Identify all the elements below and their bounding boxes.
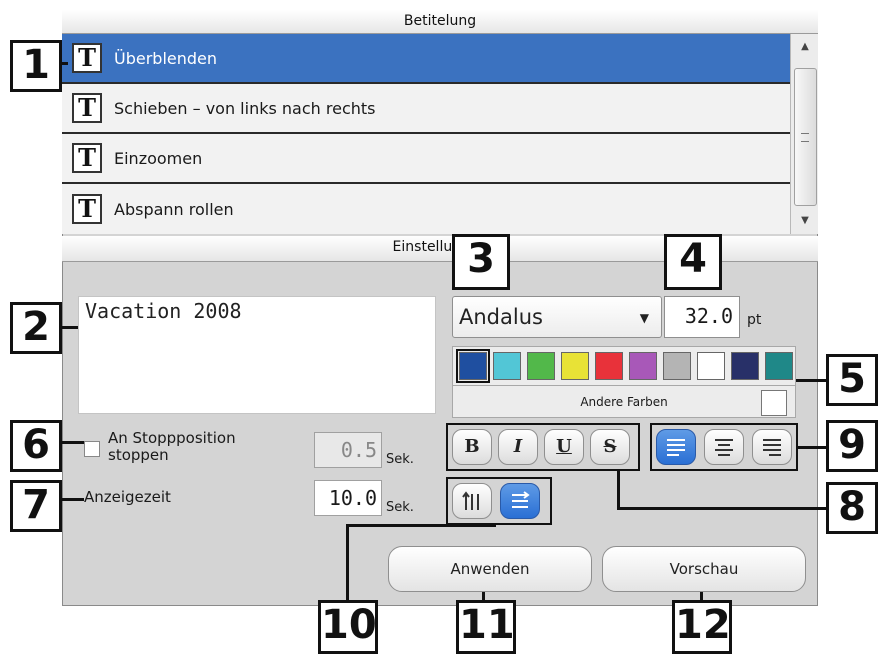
color-swatch-gray[interactable]	[663, 352, 691, 380]
strikethrough-button[interactable]: S	[590, 429, 630, 465]
title-icon: T	[72, 194, 102, 224]
list-item-label: Einzoomen	[114, 148, 203, 168]
color-swatch-blue[interactable]	[456, 349, 490, 383]
callout-line-10a	[346, 524, 349, 604]
title-icon: T	[72, 93, 102, 123]
list-item-label: Schieben – von links nach rechts	[114, 98, 376, 118]
align-left-icon[interactable]	[656, 429, 696, 465]
callout-line-6	[62, 441, 84, 444]
list-item-einzoomen[interactable]: T Einzoomen	[62, 134, 790, 184]
list-item-ueberblenden[interactable]: T Überblenden	[62, 34, 790, 84]
stop-time-input[interactable]: 0.5	[314, 432, 382, 468]
title-icon: T	[72, 143, 102, 173]
scroll-down-icon[interactable]: ▼	[791, 210, 819, 232]
callout-line-10b	[346, 524, 496, 527]
callout-4: 4	[664, 234, 722, 290]
color-swatch-white[interactable]	[697, 352, 725, 380]
callout-2: 2	[10, 302, 62, 354]
callout-7: 7	[10, 480, 62, 532]
title-text-input[interactable]: Vacation 2008	[78, 296, 436, 414]
chevron-down-icon: ▼	[639, 311, 649, 325]
other-colors-label: Andere Farben	[580, 395, 668, 409]
font-name: Andalus	[459, 305, 543, 329]
italic-button[interactable]: I	[498, 429, 538, 465]
display-time-label: Anzeigezeit	[84, 488, 171, 506]
callout-1: 1	[10, 40, 62, 92]
callout-3: 3	[452, 234, 510, 290]
stop-position-checkbox[interactable]	[84, 441, 100, 457]
callout-line-5	[796, 379, 828, 382]
callout-8: 8	[826, 482, 878, 534]
callout-line-8b	[617, 507, 827, 510]
other-colors-button[interactable]: Andere Farben	[452, 386, 796, 418]
callout-12: 12	[672, 600, 732, 654]
color-swatch-navy[interactable]	[731, 352, 759, 380]
callout-line-2	[62, 326, 78, 329]
callout-line-8a	[617, 471, 620, 510]
display-time-unit: Sek.	[386, 500, 414, 515]
horizontal-text-icon[interactable]	[500, 483, 540, 519]
scroll-thumb[interactable]	[794, 68, 817, 206]
color-swatch-purple[interactable]	[629, 352, 657, 380]
list-item-label: Überblenden	[114, 48, 218, 68]
underline-button[interactable]: U	[544, 429, 584, 465]
callout-line-7	[62, 498, 84, 501]
display-time-input[interactable]: 10.0	[314, 480, 382, 516]
color-palette	[452, 346, 796, 386]
font-size-input[interactable]: 32.0	[664, 296, 740, 338]
color-swatch-cyan[interactable]	[493, 352, 521, 380]
vertical-text-icon[interactable]	[452, 483, 492, 519]
list-item-abspann[interactable]: T Abspann rollen	[62, 184, 790, 234]
callout-line-9	[798, 446, 828, 449]
stop-position-label: An Stoppposition stoppen	[108, 429, 236, 464]
callout-10: 10	[318, 600, 378, 654]
callout-9: 9	[826, 420, 878, 472]
align-center-icon[interactable]	[704, 429, 744, 465]
preview-button[interactable]: Vorschau	[602, 546, 806, 592]
align-right-icon[interactable]	[752, 429, 792, 465]
list-scrollbar[interactable]: ▲ ▼	[790, 34, 818, 234]
title-icon: T	[72, 43, 102, 73]
list-item-schieben[interactable]: T Schieben – von links nach rechts	[62, 84, 790, 134]
color-swatch-teal[interactable]	[765, 352, 793, 380]
titling-list: T Überblenden T Schieben – von links nac…	[62, 34, 790, 234]
color-swatch-green[interactable]	[527, 352, 555, 380]
color-swatch-red[interactable]	[595, 352, 623, 380]
bold-button[interactable]: B	[452, 429, 492, 465]
custom-color-preview	[761, 390, 787, 416]
font-dropdown[interactable]: Andalus ▼	[452, 296, 662, 338]
callout-11: 11	[456, 600, 516, 654]
titling-header: Betitelung	[62, 10, 818, 34]
apply-button[interactable]: Anwenden	[388, 546, 592, 592]
font-size-unit: pt	[747, 312, 762, 328]
callout-5: 5	[826, 354, 878, 406]
list-item-label: Abspann rollen	[114, 199, 234, 219]
color-swatch-yellow[interactable]	[561, 352, 589, 380]
callout-6: 6	[10, 420, 62, 472]
scroll-up-icon[interactable]: ▲	[791, 36, 819, 58]
stop-time-unit: Sek.	[386, 452, 414, 467]
